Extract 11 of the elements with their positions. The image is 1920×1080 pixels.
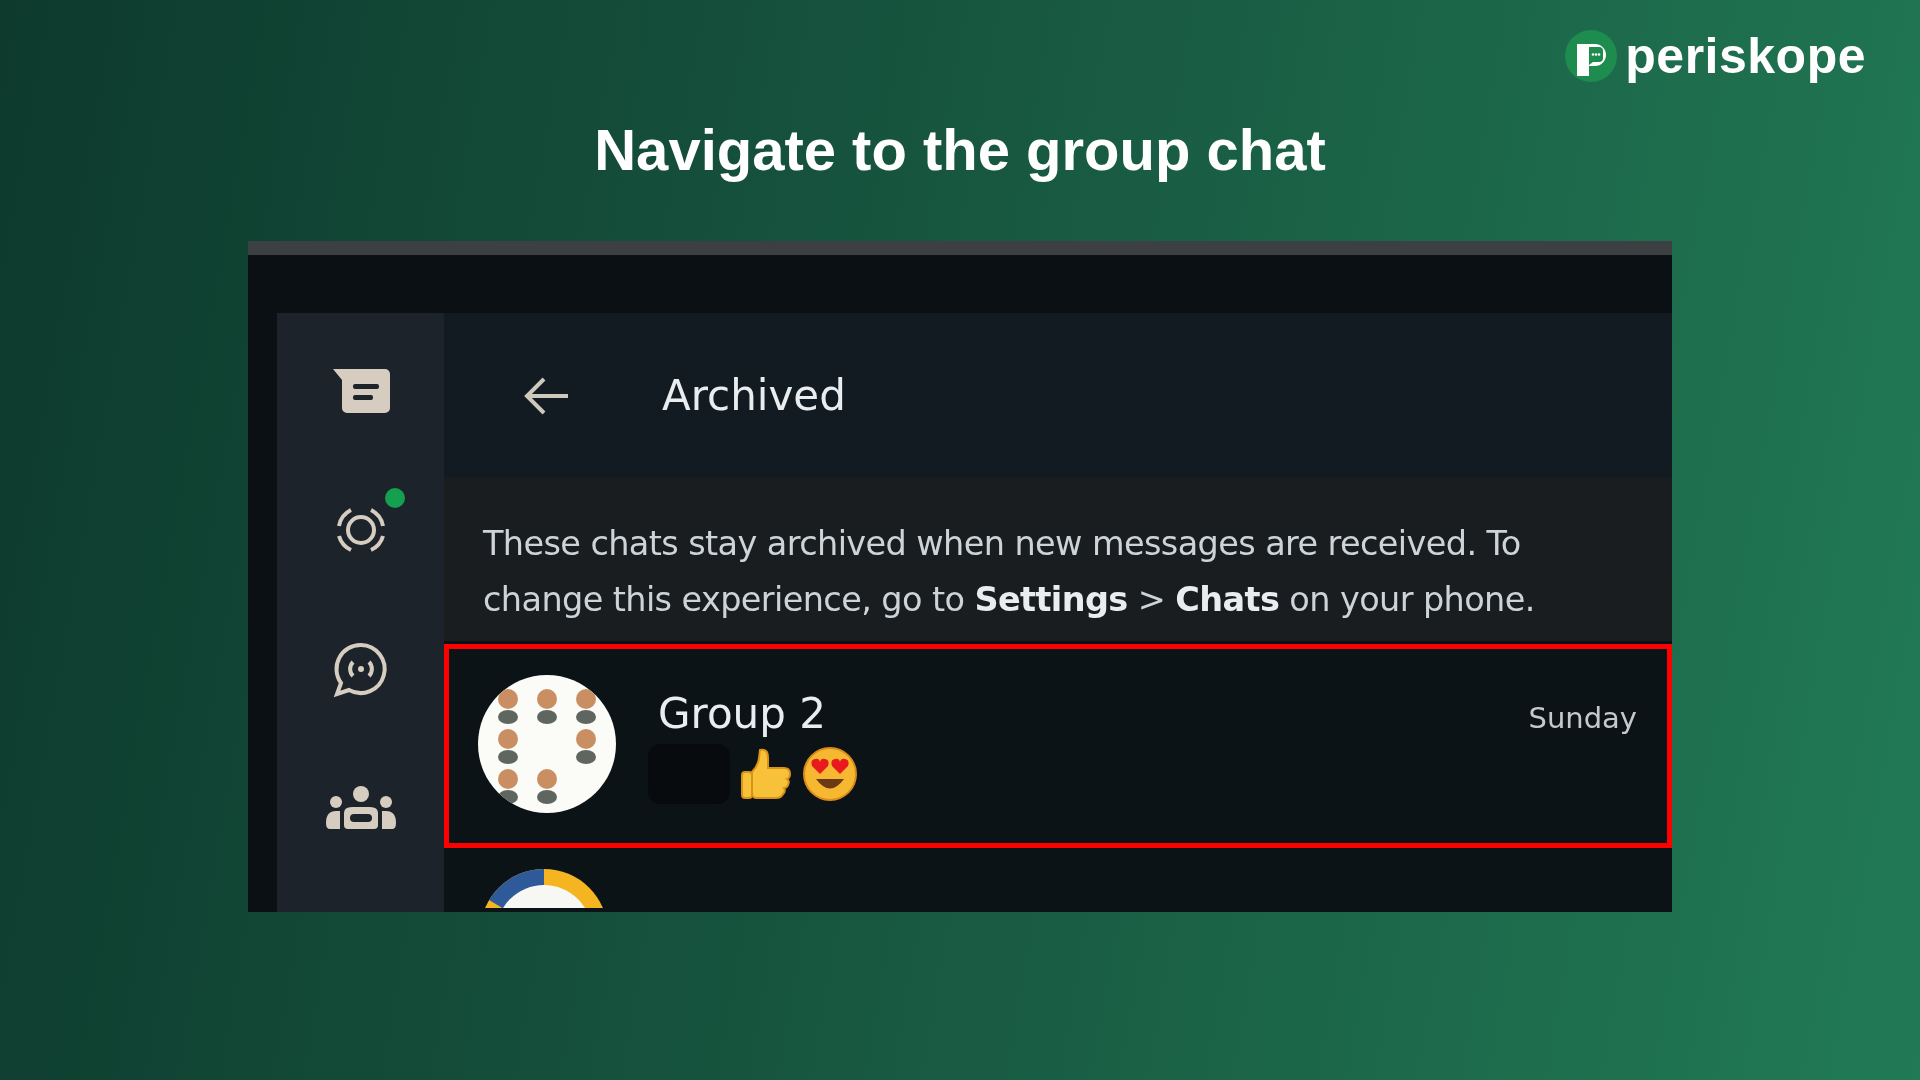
chat-name[interactable]: Group 2 bbox=[658, 688, 826, 738]
back-arrow-icon[interactable] bbox=[522, 375, 570, 416]
chats-icon[interactable] bbox=[330, 366, 391, 416]
logo-icon bbox=[1565, 30, 1618, 82]
heart-eyes-icon bbox=[802, 745, 858, 802]
slide-title: Navigate to the group chat bbox=[594, 116, 1326, 183]
brand-logo: periskope bbox=[1625, 27, 1866, 85]
chat-time: Sunday bbox=[1528, 700, 1637, 735]
communities-icon[interactable] bbox=[325, 785, 396, 831]
panel-title: Archived bbox=[662, 371, 846, 420]
archive-notice: These chats stay archived when new messages are received. To change this experience, go to Settings > Chats on your phone. bbox=[444, 478, 1672, 641]
